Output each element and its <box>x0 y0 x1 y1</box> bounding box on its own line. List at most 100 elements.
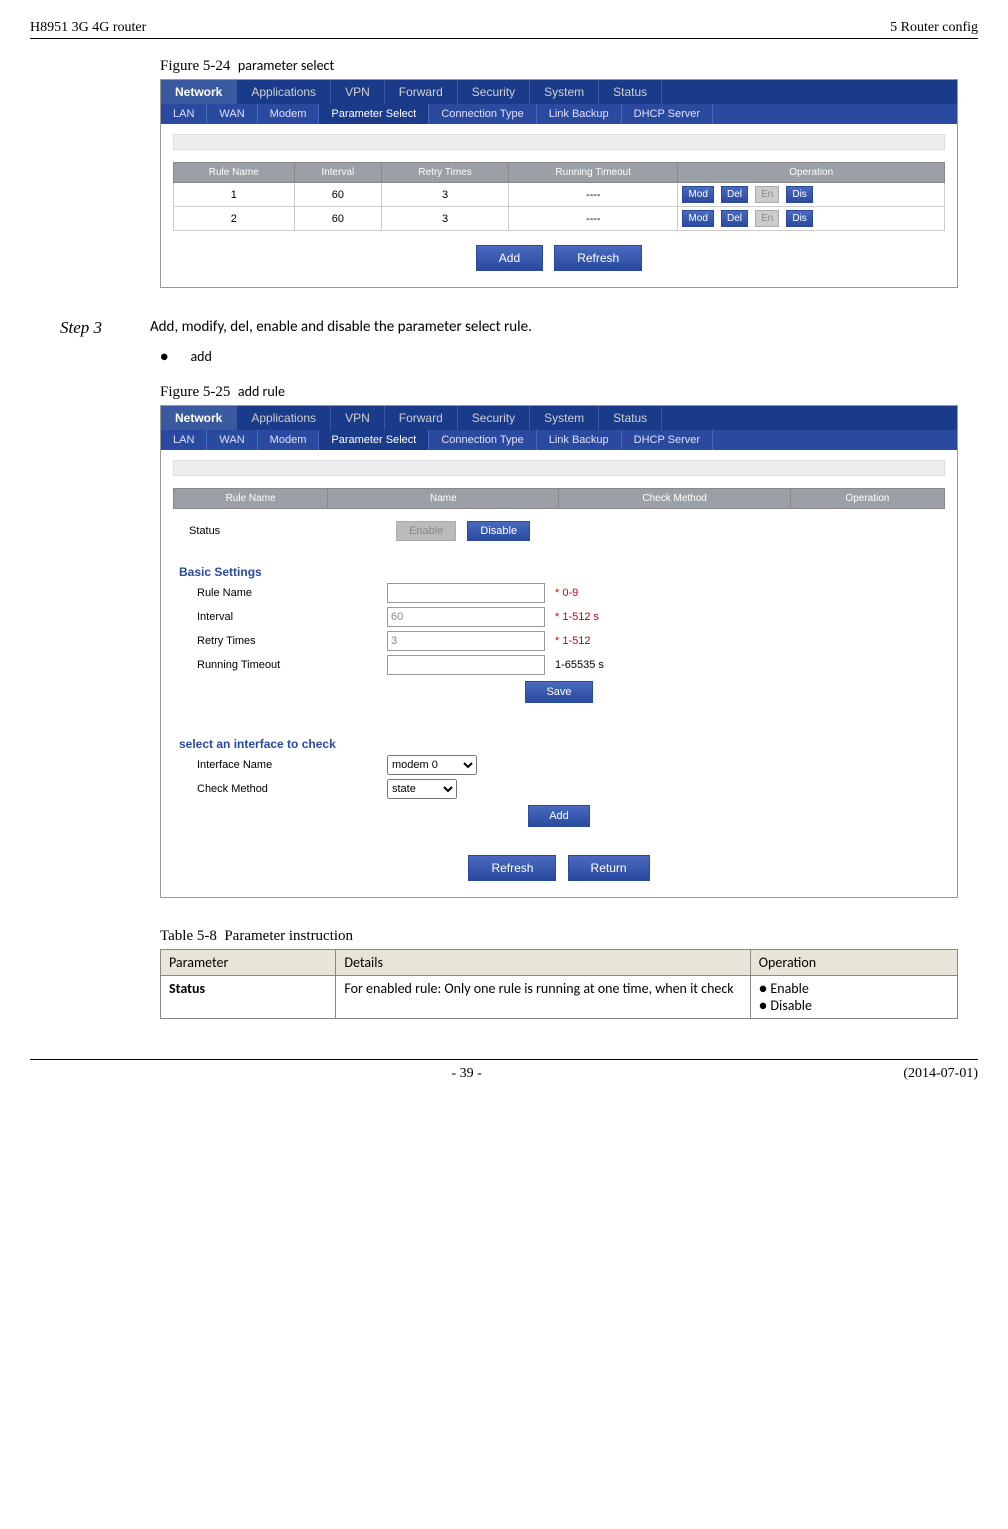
col-rule-name: Rule Name <box>174 489 328 509</box>
subtab-parameter-select[interactable]: Parameter Select <box>319 104 429 124</box>
subtab-parameter-select[interactable]: Parameter Select <box>319 430 429 450</box>
tab-applications[interactable]: Applications <box>237 406 331 430</box>
return-button[interactable]: Return <box>568 855 650 881</box>
interface-check-legend: select an interface to check <box>179 737 945 751</box>
label-interval: Interval <box>197 611 387 623</box>
hint-retry-times: * 1-512 <box>555 635 590 647</box>
status-label: Status <box>189 525 389 537</box>
del-button[interactable]: Del <box>721 210 748 227</box>
input-running-timeout[interactable] <box>387 655 545 675</box>
figure-number: Figure 5-24 <box>160 58 230 74</box>
hint-rule-name: * 0-9 <box>555 587 578 599</box>
parameter-instruction-table: Parameter Details Operation Status For e… <box>160 949 958 1019</box>
rule-table: Rule Name Interval Retry Times Running T… <box>173 162 945 231</box>
label-running-timeout: Running Timeout <box>197 659 387 671</box>
add-button[interactable]: Add <box>476 245 543 271</box>
table-row: 1 60 3 ---- Mod Del En Dis <box>174 183 945 207</box>
hint-interval: * 1-512 s <box>555 611 599 623</box>
label-rule-name: Rule Name <box>197 587 387 599</box>
subtab-modem[interactable]: Modem <box>258 104 320 124</box>
subtab-connection-type[interactable]: Connection Type <box>429 430 536 450</box>
bullet-text: add <box>190 348 211 365</box>
subtab-wan[interactable]: WAN <box>207 104 257 124</box>
step-3: Step 3 Add, modify, del, enable and disa… <box>60 318 958 338</box>
col-rule-name: Rule Name <box>174 163 295 183</box>
subtab-modem[interactable]: Modem <box>258 430 320 450</box>
subtab-wan[interactable]: WAN <box>207 430 257 450</box>
chapter-title: 5 Router config <box>890 20 978 36</box>
main-tabs: Network Applications VPN Forward Securit… <box>161 80 957 104</box>
tab-system[interactable]: System <box>530 406 599 430</box>
tab-security[interactable]: Security <box>458 406 530 430</box>
refresh-button[interactable]: Refresh <box>468 855 556 881</box>
basic-settings-fieldset: Basic Settings Rule Name * 0-9 Interval … <box>173 559 945 713</box>
save-button[interactable]: Save <box>525 681 592 703</box>
en-button[interactable]: En <box>755 210 779 227</box>
tab-forward[interactable]: Forward <box>385 80 458 104</box>
figure-title: parameter select <box>238 57 334 74</box>
col-check-method: Check Method <box>559 489 790 509</box>
col-name: Name <box>328 489 559 509</box>
tab-network[interactable]: Network <box>161 80 237 104</box>
enable-button[interactable]: Enable <box>396 521 456 541</box>
basic-settings-legend: Basic Settings <box>179 565 945 579</box>
bullet-icon: ● <box>160 348 168 365</box>
tab-vpn[interactable]: VPN <box>331 406 385 430</box>
row-interface-name: Interface Name modem 0 <box>197 755 945 775</box>
tab-forward[interactable]: Forward <box>385 406 458 430</box>
col-operation: Operation <box>678 163 945 183</box>
col-operation: Operation <box>790 489 944 509</box>
subtab-link-backup[interactable]: Link Backup <box>537 104 622 124</box>
dis-button[interactable]: Dis <box>786 210 812 227</box>
refresh-button[interactable]: Refresh <box>554 245 642 271</box>
hint-running-timeout: 1-65535 s <box>555 659 604 671</box>
figure-5-24-caption: Figure 5-24 parameter select <box>160 57 958 75</box>
tab-security[interactable]: Security <box>458 80 530 104</box>
router-ui-add-rule: Network Applications VPN Forward Securit… <box>160 405 958 898</box>
input-retry-times[interactable] <box>387 631 545 651</box>
th-details: Details <box>336 950 750 976</box>
input-interval[interactable] <box>387 607 545 627</box>
mod-button[interactable]: Mod <box>682 186 713 203</box>
cell-interval: 60 <box>294 183 382 207</box>
del-button[interactable]: Del <box>721 186 748 203</box>
interface-check-fieldset: select an interface to check Interface N… <box>173 731 945 837</box>
router-ui-parameter-select: Network Applications VPN Forward Securit… <box>160 79 958 288</box>
select-interface-name[interactable]: modem 0 <box>387 755 477 775</box>
en-button[interactable]: En <box>755 186 779 203</box>
cell-parameter: Status <box>161 976 336 1019</box>
row-retry-times: Retry Times * 1-512 <box>197 631 945 651</box>
tab-applications[interactable]: Applications <box>237 80 331 104</box>
subtab-connection-type[interactable]: Connection Type <box>429 104 536 124</box>
subtab-dhcp-server[interactable]: DHCP Server <box>622 430 713 450</box>
select-check-method[interactable]: state <box>387 779 457 799</box>
add-interface-button[interactable]: Add <box>528 805 590 827</box>
step-label: Step 3 <box>60 318 150 338</box>
tab-status[interactable]: Status <box>599 406 662 430</box>
table-row: 2 60 3 ---- Mod Del En Dis <box>174 207 945 231</box>
subtab-lan[interactable]: LAN <box>161 104 207 124</box>
label-check-method: Check Method <box>197 783 387 795</box>
tab-network[interactable]: Network <box>161 406 237 430</box>
subtab-lan[interactable]: LAN <box>161 430 207 450</box>
table-5-8-caption: Table 5-8 Parameter instruction <box>160 928 958 945</box>
col-retry-times: Retry Times <box>382 163 509 183</box>
row-interval: Interval * 1-512 s <box>197 607 945 627</box>
subtab-link-backup[interactable]: Link Backup <box>537 430 622 450</box>
figure-title: add rule <box>238 383 285 400</box>
mod-button[interactable]: Mod <box>682 210 713 227</box>
dis-button[interactable]: Dis <box>786 186 812 203</box>
subtab-dhcp-server[interactable]: DHCP Server <box>622 104 713 124</box>
cell-retry: 3 <box>382 207 509 231</box>
tab-status[interactable]: Status <box>599 80 662 104</box>
tab-vpn[interactable]: VPN <box>331 80 385 104</box>
step-text: Add, modify, del, enable and disable the… <box>150 318 532 336</box>
cell-interval: 60 <box>294 207 382 231</box>
table-number: Table 5-8 <box>160 928 217 944</box>
status-row: Status Enable Disable <box>189 521 945 541</box>
tab-system[interactable]: System <box>530 80 599 104</box>
disable-button[interactable]: Disable <box>467 521 530 541</box>
doc-title: H8951 3G 4G router <box>30 20 146 36</box>
sub-tabs: LAN WAN Modem Parameter Select Connectio… <box>161 430 957 450</box>
input-rule-name[interactable] <box>387 583 545 603</box>
